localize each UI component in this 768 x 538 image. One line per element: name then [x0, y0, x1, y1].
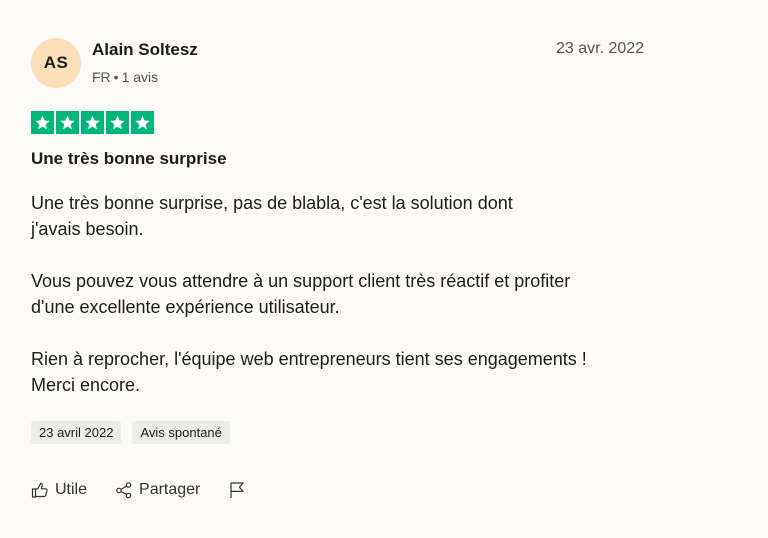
- experience-date-tag: 23 avril 2022: [31, 421, 122, 444]
- share-button[interactable]: Partager: [115, 481, 200, 499]
- review-actions: Utile Partager: [31, 481, 274, 499]
- review-paragraph: Rien à reprocher, l'équipe web entrepren…: [31, 349, 587, 395]
- reviewer-meta: FR • 1 avis: [92, 69, 158, 85]
- reviewer-review-count: 1 avis: [121, 69, 159, 85]
- star-icon: [106, 111, 129, 134]
- star-icon: [81, 111, 104, 134]
- review-body: Une très bonne surprise, pas de blabla, …: [31, 190, 691, 424]
- useful-label: Utile: [55, 481, 88, 498]
- avatar-initials: AS: [43, 53, 69, 72]
- review-paragraph: Une très bonne surprise, pas de blabla, …: [31, 193, 513, 239]
- avatar[interactable]: AS: [31, 38, 81, 88]
- review-tags: 23 avril 2022 Avis spontané: [31, 421, 230, 444]
- review-title[interactable]: Une très bonne surprise: [31, 149, 227, 169]
- star-rating: [31, 111, 154, 134]
- reviewer-name[interactable]: Alain Soltesz: [92, 40, 198, 60]
- star-icon: [131, 111, 154, 134]
- star-icon: [56, 111, 79, 134]
- review-paragraph: Vous pouvez vous attendre à un support c…: [31, 271, 571, 317]
- star-icon: [31, 111, 54, 134]
- share-icon: [115, 481, 133, 499]
- review-date: 23 avr. 2022: [556, 40, 645, 57]
- report-button[interactable]: [228, 481, 246, 499]
- thumbs-up-icon: [31, 481, 49, 499]
- meta-separator: •: [113, 69, 119, 85]
- reviewer-country: FR: [92, 69, 111, 85]
- review-card: AS Alain Soltesz FR • 1 avis 23 avr. 2022 …: [0, 0, 768, 538]
- useful-button[interactable]: Utile: [31, 481, 87, 499]
- flag-icon: [228, 481, 246, 499]
- share-label: Partager: [139, 481, 201, 498]
- unprompted-review-tag[interactable]: Avis spontané: [132, 421, 230, 444]
